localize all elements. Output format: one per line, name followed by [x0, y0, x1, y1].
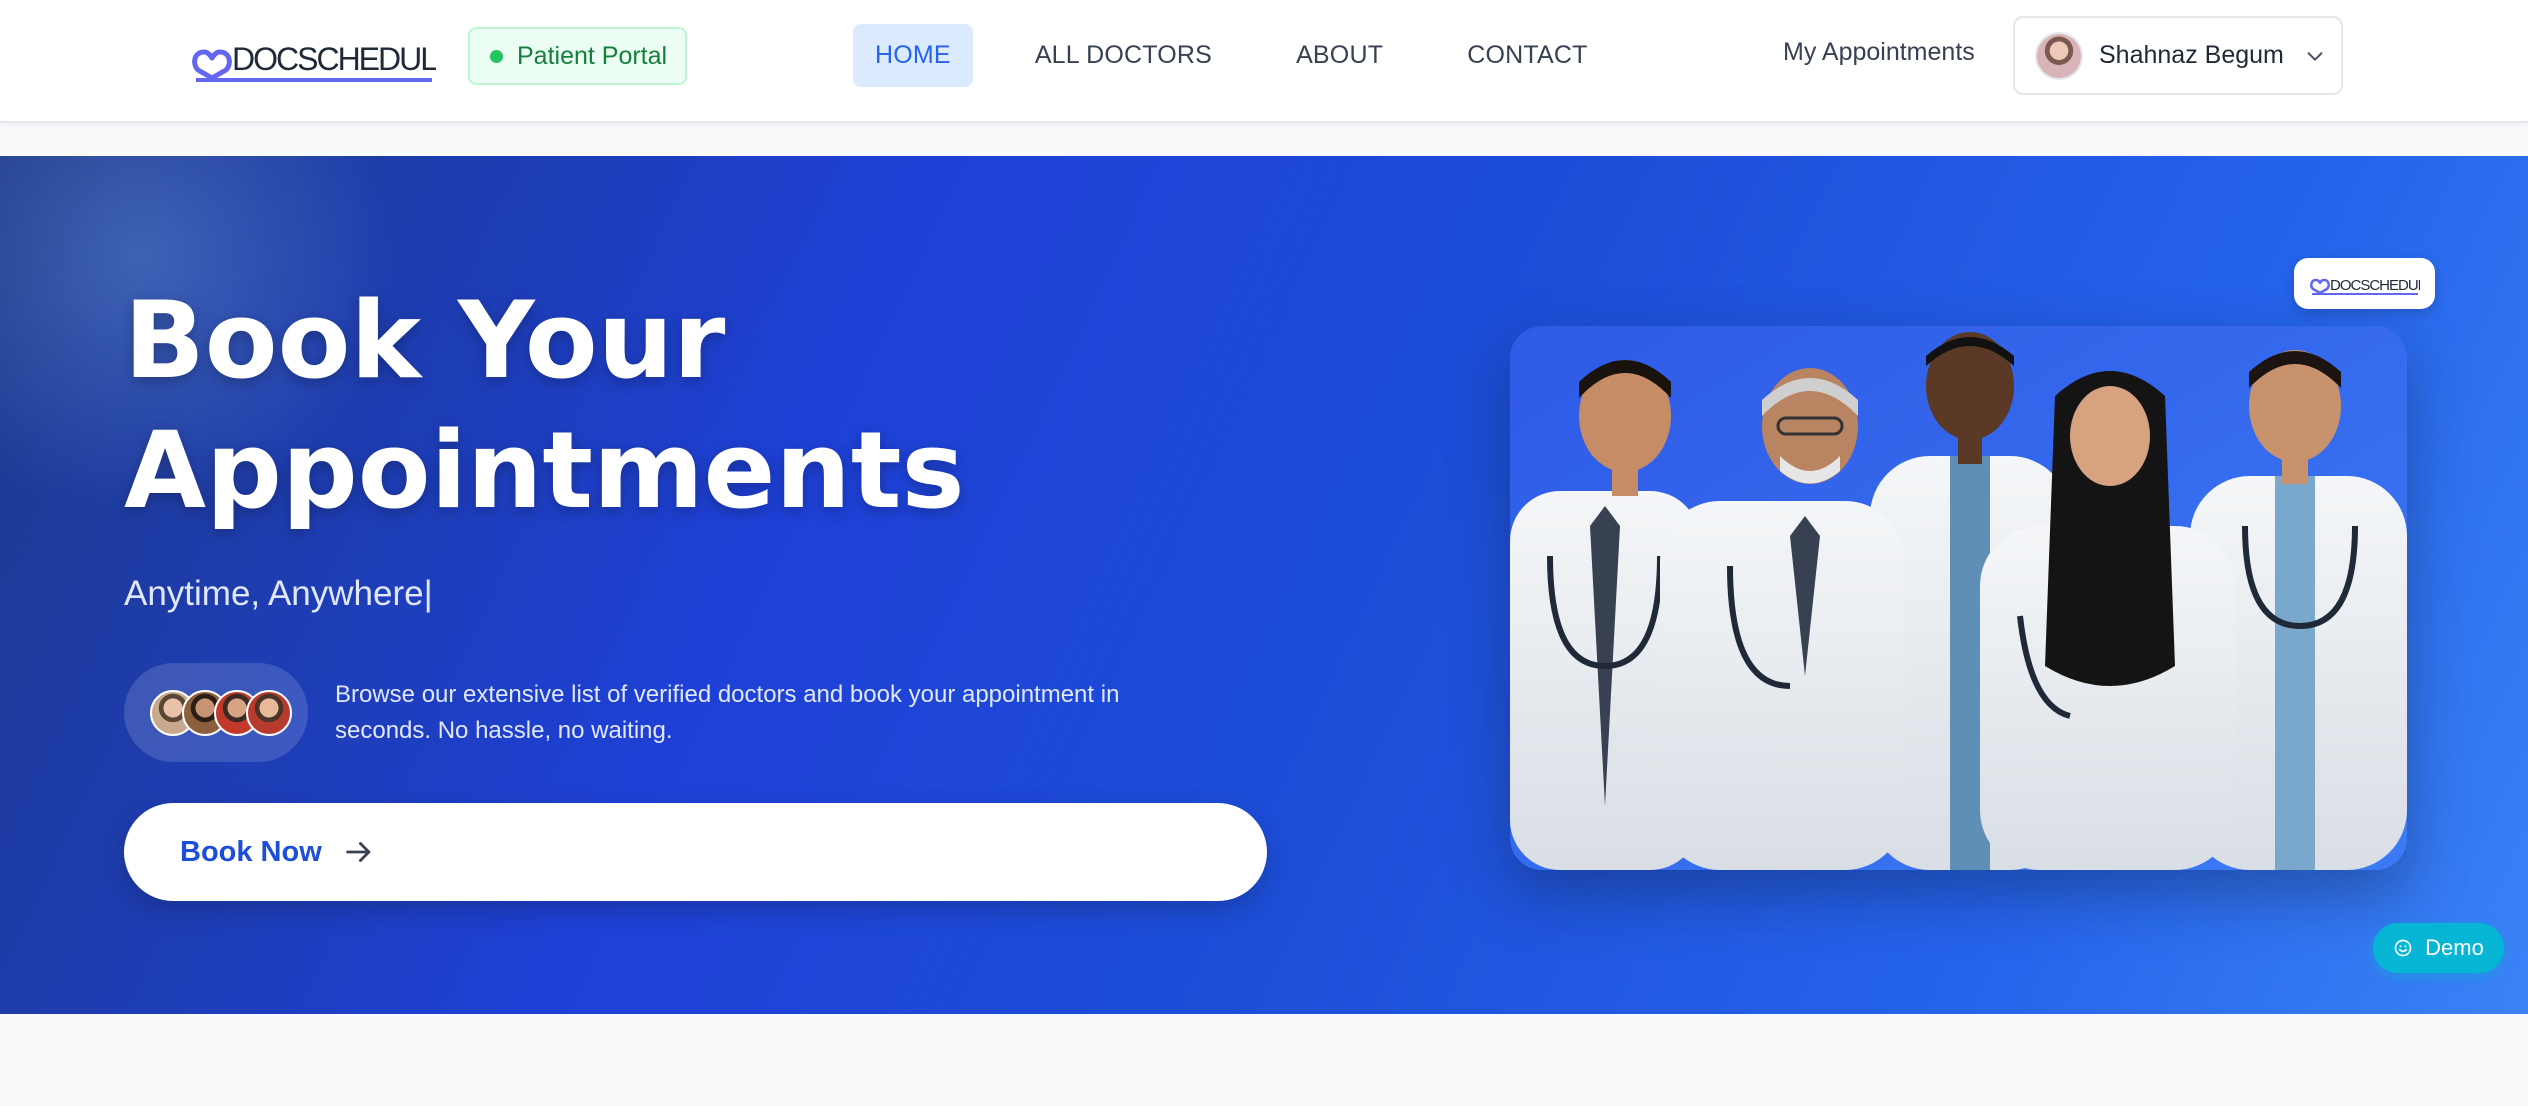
- nav-contact[interactable]: CONTACT: [1445, 24, 1609, 87]
- book-now-label: Book Now: [180, 835, 322, 868]
- svg-text:DOCSCHEDULE: DOCSCHEDULE: [232, 41, 436, 77]
- smile-icon: [2394, 939, 2412, 957]
- top-navbar: DOCSCHEDULE Patient Portal HOME ALL DOCT…: [0, 0, 2528, 123]
- nav-all-doctors[interactable]: ALL DOCTORS: [1013, 24, 1234, 87]
- hero-banner: Book Your Appointments Anytime, Anywhere…: [0, 156, 2528, 1014]
- hero-title: Book Your Appointments: [124, 276, 1224, 536]
- svg-text:DOCSCHEDULE: DOCSCHEDULE: [2330, 277, 2420, 294]
- main-nav: HOME ALL DOCTORS ABOUT CONTACT: [853, 24, 1650, 87]
- portal-badge-label: Patient Portal: [517, 41, 668, 70]
- hero-description: Browse our extensive list of verified do…: [335, 681, 1120, 744]
- demo-label: Demo: [2425, 935, 2484, 960]
- arrow-right-icon: [346, 842, 371, 862]
- docschedule-logo[interactable]: DOCSCHEDULE: [192, 34, 458, 84]
- nav-about[interactable]: ABOUT: [1274, 24, 1405, 87]
- nav-home[interactable]: HOME: [853, 24, 973, 87]
- doctors-group-image: [1510, 326, 2407, 870]
- user-avatar: [2035, 31, 2083, 80]
- status-dot-icon: [490, 49, 503, 63]
- user-name: Shahnaz Begum: [2099, 41, 2284, 69]
- chevron-down-icon: [2307, 51, 2323, 61]
- hero-subtitle: Anytime, Anywhere|: [124, 574, 433, 613]
- user-menu-button[interactable]: Shahnaz Begum: [2013, 16, 2343, 95]
- doctor-avatars-group: [124, 663, 308, 762]
- demo-button[interactable]: Demo: [2373, 923, 2504, 973]
- my-appointments-link[interactable]: My Appointments: [1783, 38, 1975, 67]
- patient-portal-badge: Patient Portal: [468, 27, 687, 85]
- docschedule-logo-badge: DOCSCHEDULE: [2294, 258, 2435, 309]
- hero-title-line2: Appointments: [124, 409, 965, 532]
- doctor-avatar: [246, 689, 292, 736]
- book-now-button[interactable]: Book Now: [124, 803, 1267, 901]
- hero-title-line1: Book Your: [124, 279, 726, 402]
